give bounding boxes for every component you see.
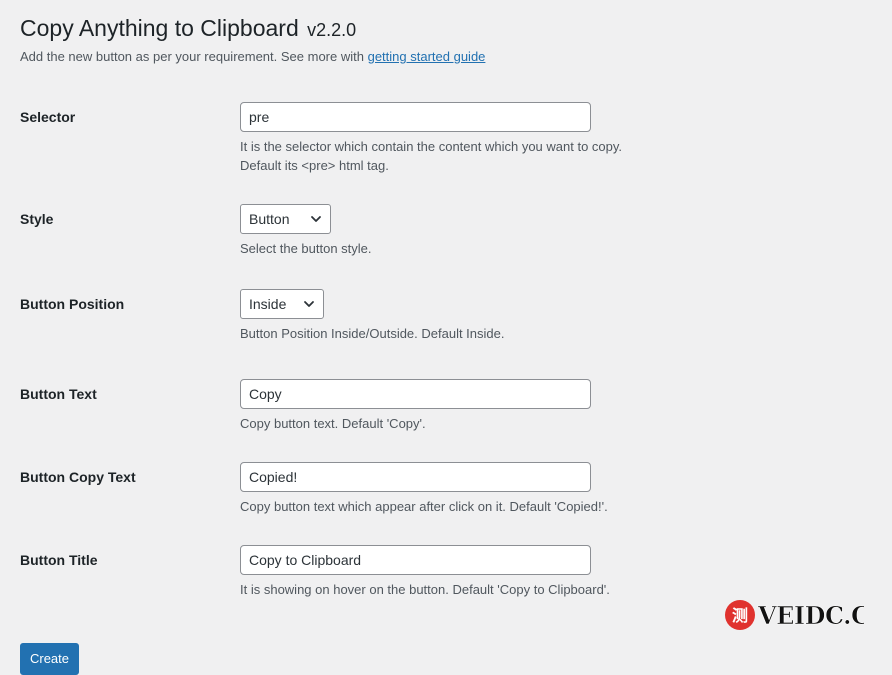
button-title-description: It is showing on hover on the button. De…: [240, 582, 610, 597]
page-subtitle: Add the new button as per your requireme…: [20, 48, 485, 66]
page-title: Copy Anything to Clipboard v2.2.0: [20, 14, 356, 44]
button-position-label: Button Position: [20, 296, 125, 312]
style-label: Style: [20, 211, 54, 227]
selector-description: It is the selector which contain the con…: [240, 137, 622, 175]
button-title-label: Button Title: [20, 552, 98, 568]
button-text-description: Copy button text. Default 'Copy'.: [240, 416, 426, 431]
button-copy-text-field: Copy button text which appear after clic…: [240, 462, 608, 516]
selector-field: It is the selector which contain the con…: [240, 102, 622, 175]
page-title-text: Copy Anything to Clipboard: [20, 15, 299, 41]
selector-label: Selector: [20, 109, 76, 125]
selector-description-line-2: Default its <pre> html tag.: [240, 158, 389, 173]
style-description: Select the button style.: [240, 241, 372, 256]
button-copy-text-input[interactable]: [240, 462, 591, 492]
selector-input[interactable]: [240, 102, 591, 132]
style-select[interactable]: Button: [240, 204, 331, 234]
chevron-down-icon: [311, 216, 321, 222]
button-text-label: Button Text: [20, 386, 97, 402]
watermark-logo: 测 VEIDC.COM: [725, 600, 864, 630]
button-position-select[interactable]: Inside: [240, 289, 324, 319]
button-copy-text-label: Button Copy Text: [20, 469, 136, 485]
getting-started-link[interactable]: getting started guide: [368, 49, 486, 64]
subtitle-text: Add the new button as per your requireme…: [20, 49, 364, 64]
version-label: v2.2.0: [307, 20, 357, 40]
button-title-input[interactable]: [240, 545, 591, 575]
button-position-description: Button Position Inside/Outside. Default …: [240, 326, 505, 341]
watermark-text: VEIDC.COM: [757, 601, 864, 630]
button-text-field: Copy button text. Default 'Copy'.: [240, 379, 591, 433]
chevron-down-icon: [304, 301, 314, 307]
selector-description-line-1: It is the selector which contain the con…: [240, 139, 623, 154]
style-field: Button Select the button style.: [240, 204, 372, 258]
button-text-input[interactable]: [240, 379, 591, 409]
settings-page: Copy Anything to Clipboard v2.2.0 Add th…: [20, 0, 892, 675]
style-select-value: Button: [249, 211, 290, 227]
create-button[interactable]: Create: [20, 643, 79, 675]
button-position-select-value: Inside: [249, 296, 287, 312]
watermark-badge-glyph: 测: [732, 606, 748, 625]
button-position-field: Inside Button Position Inside/Outside. D…: [240, 289, 505, 343]
button-copy-text-description: Copy button text which appear after clic…: [240, 499, 608, 514]
button-title-field: It is showing on hover on the button. De…: [240, 545, 610, 599]
